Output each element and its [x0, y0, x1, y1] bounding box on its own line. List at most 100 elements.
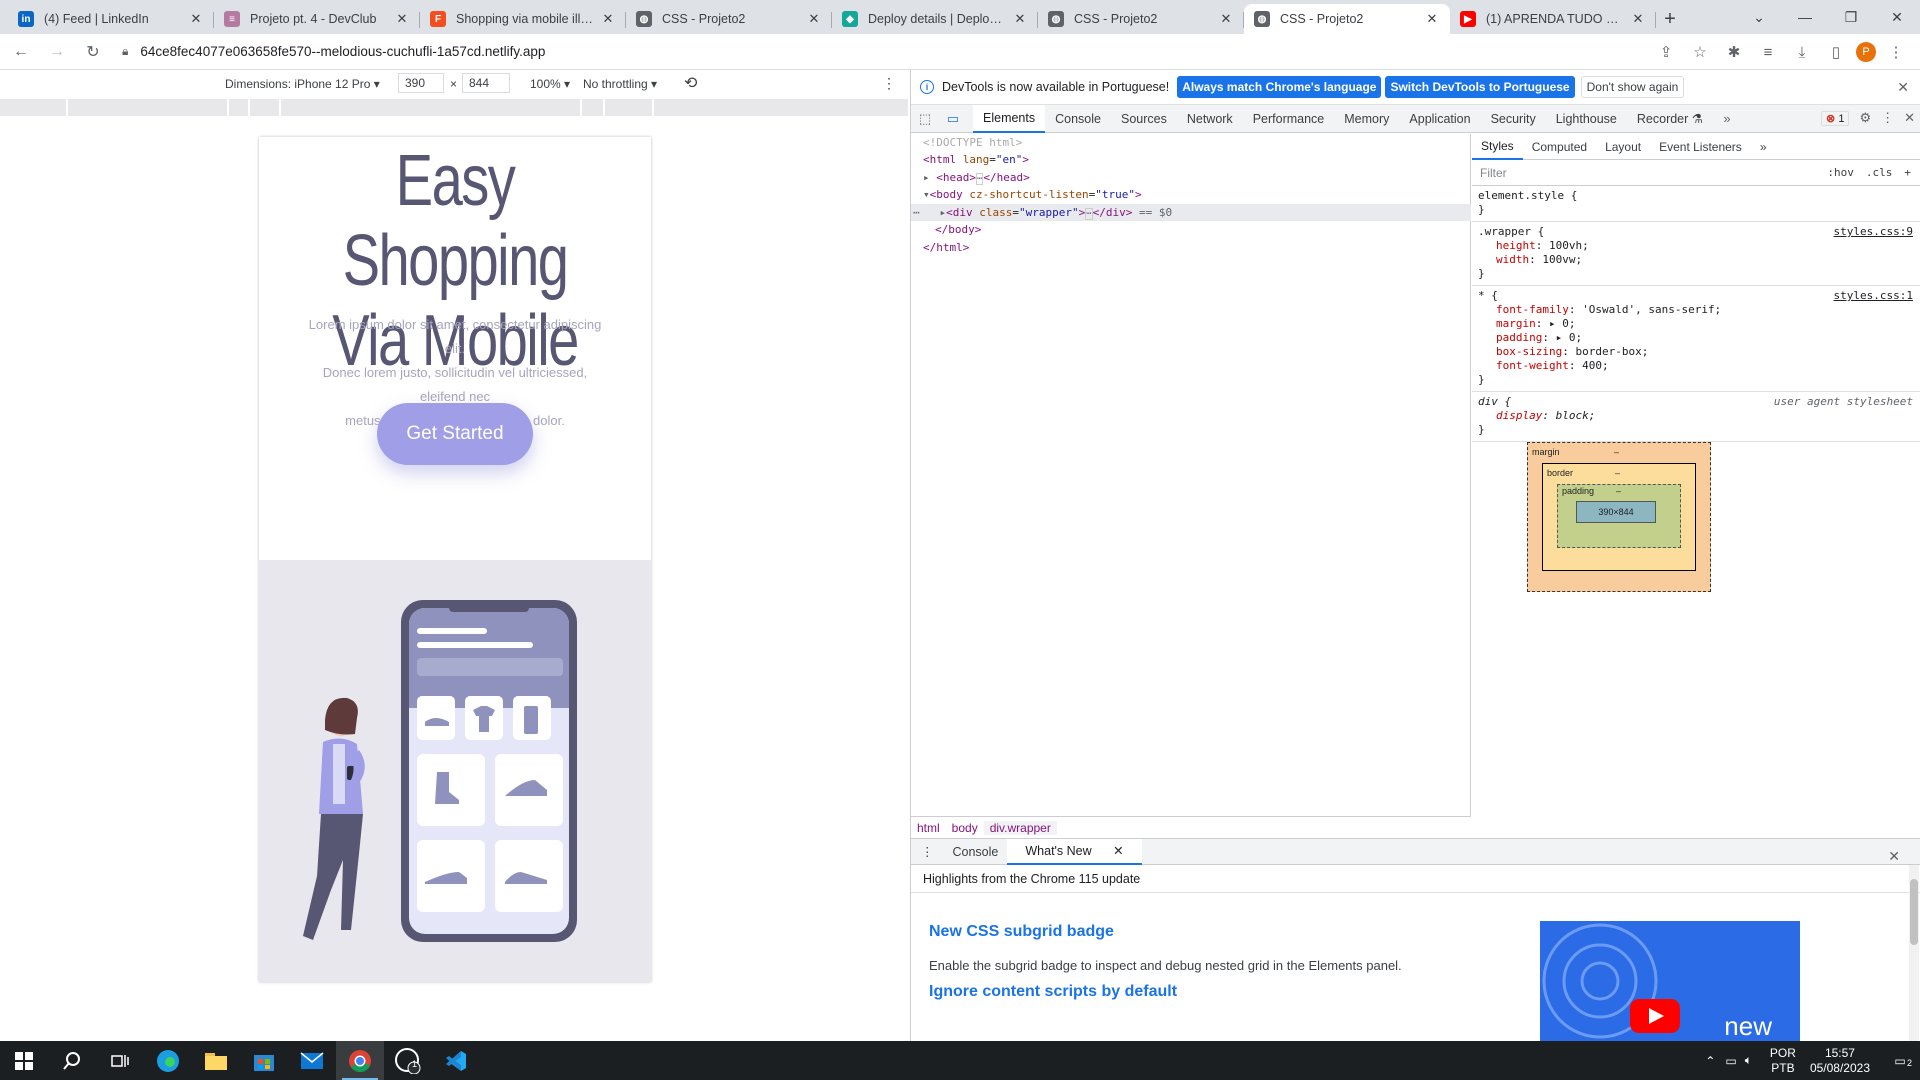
- whatsapp-icon[interactable]: 1: [384, 1041, 432, 1080]
- switch-to-portuguese-button[interactable]: Switch DevTools to Portuguese: [1385, 76, 1575, 98]
- node-menu-icon[interactable]: ⋯: [913, 206, 920, 219]
- menu-icon[interactable]: ⋮: [1882, 38, 1910, 66]
- inspect-element-icon[interactable]: ⬚: [911, 111, 939, 127]
- notification-icon[interactable]: ▭ 2: [1880, 1054, 1920, 1068]
- scrollbar-thumb[interactable]: [1910, 879, 1918, 945]
- padding-top-value[interactable]: –: [1616, 486, 1621, 496]
- styles-tab[interactable]: Layout: [1596, 134, 1650, 160]
- styles-tab[interactable]: Styles: [1472, 134, 1523, 160]
- ignore-scripts-link[interactable]: Ignore content scripts by default: [929, 983, 1177, 1001]
- error-count-badge[interactable]: ⊗ 1: [1821, 110, 1850, 126]
- device-dimensions-select[interactable]: Dimensions: iPhone 12 Pro ▾: [225, 77, 380, 91]
- body-node[interactable]: ▾<body cz-shortcut-listen="true">: [923, 186, 1142, 204]
- search-icon[interactable]: [48, 1041, 96, 1080]
- close-tab-icon[interactable]: ✕: [1630, 11, 1646, 27]
- drawer-menu-icon[interactable]: ⋮: [911, 839, 944, 865]
- margin-top-value[interactable]: –: [1614, 447, 1619, 457]
- profile-avatar[interactable]: P: [1856, 42, 1876, 62]
- vscode-icon[interactable]: [432, 1041, 480, 1080]
- html-close-node[interactable]: </html>: [923, 239, 969, 257]
- devtools-tab[interactable]: Application: [1399, 105, 1480, 133]
- css-property[interactable]: font-weight: 400;: [1478, 359, 1915, 373]
- doctype-node[interactable]: <!DOCTYPE html>: [923, 134, 1022, 152]
- box-content-size[interactable]: 390×844: [1576, 501, 1656, 523]
- element-style-selector[interactable]: element.style {: [1478, 189, 1915, 203]
- styles-tool-button[interactable]: +: [1904, 166, 1911, 179]
- settings-gear-icon[interactable]: ⚙: [1859, 110, 1871, 126]
- store-icon[interactable]: [240, 1041, 288, 1080]
- css-property[interactable]: padding: ▸ 0;: [1478, 331, 1915, 345]
- more-panels-icon[interactable]: »: [1713, 111, 1741, 126]
- devtools-tab[interactable]: Console: [1045, 105, 1111, 133]
- div-ellipsis[interactable]: ⋯: [1085, 208, 1093, 220]
- styles-filter-input[interactable]: Filter: [1480, 166, 1507, 180]
- drawer-scrollbar[interactable]: [1909, 865, 1919, 1043]
- html-node[interactable]: <html lang="en">: [923, 151, 1029, 169]
- browser-tab[interactable]: ◍ CSS - Projeto2 ✕: [626, 4, 832, 34]
- close-tab-icon[interactable]: ✕: [188, 11, 204, 27]
- back-button[interactable]: ←: [6, 37, 36, 67]
- expand-triangle-icon[interactable]: ▸: [923, 171, 930, 184]
- close-tab-icon[interactable]: ✕: [806, 11, 822, 27]
- throttling-select[interactable]: No throttling ▾: [583, 77, 657, 91]
- browser-tab[interactable]: in (4) Feed | LinkedIn ✕: [8, 4, 214, 34]
- breadcrumb-item[interactable]: div.wrapper: [983, 820, 1057, 835]
- close-tab-icon[interactable]: ✕: [1424, 11, 1440, 27]
- file-explorer-icon[interactable]: [192, 1041, 240, 1080]
- collapse-triangle-icon[interactable]: ▾: [923, 188, 930, 201]
- close-tab-icon[interactable]: ✕: [600, 11, 616, 27]
- browser-tab[interactable]: ◆ Deploy details | Deploys | ✕: [832, 4, 1038, 34]
- bookmark-star-icon[interactable]: ☆: [1686, 38, 1714, 66]
- devtools-tab[interactable]: Performance: [1243, 105, 1335, 133]
- breadcrumb-item[interactable]: body: [946, 821, 984, 835]
- devtools-tab[interactable]: Elements: [973, 104, 1046, 133]
- reload-button[interactable]: ↻: [78, 37, 108, 67]
- devtools-menu-icon[interactable]: ⋮: [1881, 110, 1894, 126]
- close-tab-icon[interactable]: ✕: [1218, 11, 1234, 27]
- devtools-tab[interactable]: Network: [1177, 105, 1243, 133]
- subgrid-badge-link[interactable]: New CSS subgrid badge: [929, 923, 1114, 941]
- styles-tool-button[interactable]: :hov: [1827, 166, 1854, 179]
- drawer-tab-console[interactable]: Console: [944, 839, 1008, 865]
- always-match-language-button[interactable]: Always match Chrome's language: [1177, 76, 1382, 98]
- address-bar[interactable]: 🔒︎ 64ce8fec4077e063658fe570--melodious-c…: [122, 38, 1622, 66]
- minimize-button[interactable]: —: [1782, 0, 1828, 34]
- clock[interactable]: 15:57 05/08/2023: [1810, 1046, 1870, 1076]
- body-close-node[interactable]: </body>: [935, 221, 981, 239]
- css-property[interactable]: margin: ▸ 0;: [1478, 317, 1915, 331]
- network-icon[interactable]: ▭: [1725, 1054, 1736, 1068]
- chrome-icon[interactable]: [336, 1041, 384, 1080]
- mail-icon[interactable]: [288, 1041, 336, 1080]
- breadcrumb-item[interactable]: html: [911, 821, 946, 835]
- close-tab-icon[interactable]: ✕: [394, 11, 410, 27]
- border-top-value[interactable]: –: [1615, 468, 1620, 478]
- css-property[interactable]: height: 100vh;: [1478, 239, 1915, 253]
- side-panel-icon[interactable]: ▯: [1822, 38, 1850, 66]
- edge-icon[interactable]: [144, 1041, 192, 1080]
- media-icon[interactable]: ≡: [1754, 38, 1782, 66]
- devtools-tab[interactable]: Sources: [1111, 105, 1177, 133]
- volume-icon[interactable]: 🔈︎: [1745, 1053, 1752, 1068]
- browser-tab[interactable]: F Shopping via mobile illustr ✕: [420, 4, 626, 34]
- device-toggle-icon[interactable]: ▭: [939, 111, 967, 127]
- devtools-tab[interactable]: Recorder ⚗: [1627, 105, 1713, 133]
- browser-tab[interactable]: ◍ CSS - Projeto2 ✕: [1038, 4, 1244, 34]
- device-width-input[interactable]: [398, 73, 444, 93]
- styles-tool-button[interactable]: .cls: [1866, 166, 1893, 179]
- maximize-button[interactable]: ❐: [1828, 0, 1874, 34]
- language-indicator[interactable]: POR PTB: [1770, 1046, 1796, 1076]
- close-devtools-icon[interactable]: ✕: [1904, 110, 1915, 126]
- close-icon[interactable]: ✕: [1897, 79, 1909, 96]
- browser-tab[interactable]: ◍ CSS - Projeto2 ✕: [1244, 4, 1450, 34]
- share-icon[interactable]: ⇪: [1652, 38, 1680, 66]
- dont-show-again-button[interactable]: Don't show again: [1580, 76, 1685, 98]
- styles-tab[interactable]: Computed: [1523, 134, 1596, 160]
- forward-button[interactable]: →: [42, 37, 72, 67]
- tab-search-icon[interactable]: ⌄: [1736, 0, 1782, 34]
- rotate-icon[interactable]: ⟲: [684, 73, 697, 93]
- tray-chevron-icon[interactable]: ⌃: [1705, 1054, 1715, 1068]
- css-property[interactable]: display: block;: [1478, 409, 1915, 423]
- css-property[interactable]: font-family: 'Oswald', sans-serif;: [1478, 303, 1915, 317]
- more-options-icon[interactable]: ⋮: [882, 75, 896, 92]
- css-property[interactable]: width: 100vw;: [1478, 253, 1915, 267]
